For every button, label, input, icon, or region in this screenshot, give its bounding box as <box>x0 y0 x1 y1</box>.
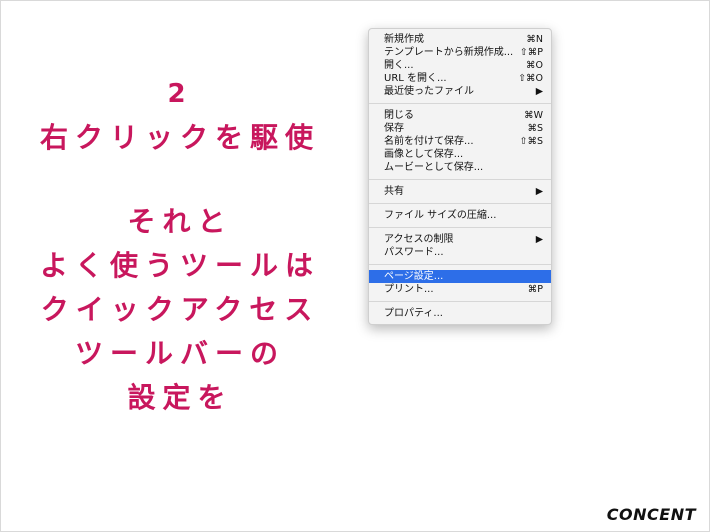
menu-item-shortcut: ⌘S <box>527 123 543 134</box>
menu-item[interactable]: アクセスの制限 ▶ <box>369 233 551 246</box>
slide-text: 2 右クリックを駆使 それと よく使うツールは クイックアクセス ツールバーの … <box>30 72 330 420</box>
menu-item[interactable]: プリント... ⌘P <box>369 283 551 296</box>
submenu-arrow-icon: ▶ <box>535 86 543 97</box>
menu-item-label: 共有 <box>384 186 404 197</box>
menu-item-label: 閉じる <box>384 110 414 121</box>
menu-separator <box>369 203 551 204</box>
concent-logo: CONCENT <box>606 505 696 524</box>
body-line: よく使うツールは <box>39 249 320 282</box>
menu-item-shortcut: ⇧⌘S <box>519 136 544 147</box>
menu-item-label: 名前を付けて保存... <box>384 136 474 147</box>
menu-item[interactable]: 最近使ったファイル ▶ <box>369 85 551 98</box>
menu-item-label: ファイル サイズの圧縮... <box>384 210 497 221</box>
menu-item[interactable]: 名前を付けて保存... ⇧⌘S <box>369 135 551 148</box>
slide-number: 2 <box>167 79 193 109</box>
body-line: ツールバーの <box>74 337 285 370</box>
menu-item-label: パスワード... <box>384 247 444 258</box>
body-line: それと <box>127 205 233 238</box>
menu-item[interactable]: パスワード... <box>369 246 551 259</box>
menu-item[interactable]: URL を開く... ⇧⌘O <box>369 72 551 85</box>
menu-item-label: 画像として保存... <box>384 149 464 160</box>
menu-item[interactable]: プロパティ... <box>369 307 551 320</box>
menu-item-label: URL を開く... <box>384 73 447 84</box>
menu-item[interactable]: 閉じる ⌘W <box>369 109 551 122</box>
body-line: クイックアクセス <box>40 293 320 326</box>
menu-item-shortcut: ⇧⌘P <box>519 47 543 58</box>
file-context-menu: 新規作成 ⌘N テンプレートから新規作成... ⇧⌘P 開く... ⌘O URL を開く..… <box>368 28 552 325</box>
menu-item-label: 開く... <box>384 60 414 71</box>
menu-item-shortcut: ⇧⌘O <box>518 73 543 84</box>
menu-item[interactable]: 新規作成 ⌘N <box>369 33 551 46</box>
menu-item-label: 保存 <box>384 123 404 134</box>
menu-item-label: プリント... <box>384 284 434 295</box>
menu-item-shortcut: ⌘N <box>526 34 543 45</box>
menu-item-shortcut: ⌘W <box>524 110 543 121</box>
menu-item[interactable]: 画像として保存... <box>369 148 551 161</box>
submenu-arrow-icon: ▶ <box>535 186 543 197</box>
menu-item[interactable]: ページ設定... <box>369 270 551 283</box>
menu-item-label: 最近使ったファイル <box>384 86 474 97</box>
menu-separator <box>369 179 551 180</box>
menu-item-label: アクセスの制限 <box>384 234 454 245</box>
menu-separator <box>369 227 551 228</box>
menu-item-shortcut: ⌘P <box>527 284 543 295</box>
menu-item-label: ムービーとして保存... <box>384 162 484 173</box>
menu-separator <box>369 264 551 265</box>
menu-item[interactable]: テンプレートから新規作成... ⇧⌘P <box>369 46 551 59</box>
menu-item[interactable]: 共有 ▶ <box>369 185 551 198</box>
menu-item[interactable]: 開く... ⌘O <box>369 59 551 72</box>
menu-item[interactable]: ムービーとして保存... <box>369 161 551 174</box>
menu-item[interactable]: 保存 ⌘S <box>369 122 551 135</box>
menu-item-label: ページ設定... <box>384 271 444 282</box>
menu-item-label: テンプレートから新規作成... <box>384 47 514 58</box>
slide-heading: 右クリックを駆使 <box>39 121 320 154</box>
submenu-arrow-icon: ▶ <box>535 234 543 245</box>
body-line: 設定を <box>127 381 233 414</box>
menu-separator <box>369 103 551 104</box>
menu-separator <box>369 301 551 302</box>
menu-item[interactable]: ファイル サイズの圧縮... <box>369 209 551 222</box>
menu-item-shortcut: ⌘O <box>526 60 543 71</box>
menu-item-label: 新規作成 <box>384 34 424 45</box>
menu-item-label: プロパティ... <box>384 308 443 319</box>
